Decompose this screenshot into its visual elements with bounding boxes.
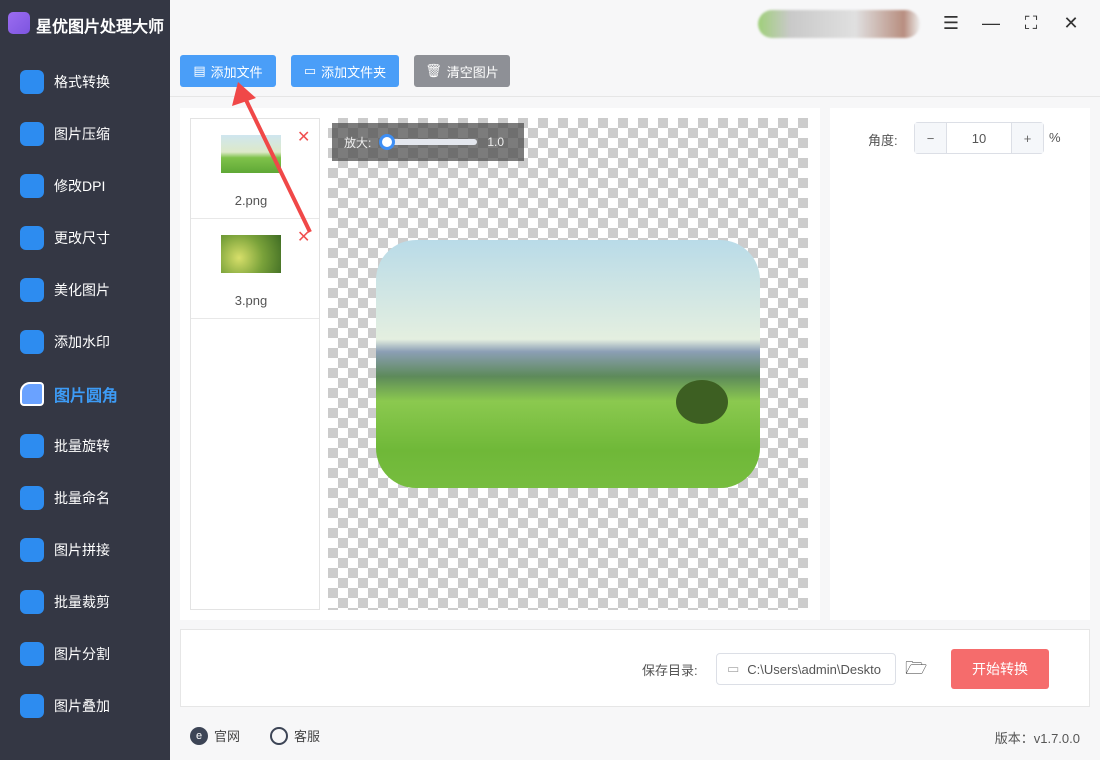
trash-icon: 🗑 xyxy=(425,63,442,78)
sidebar-item-11[interactable]: 图片分割 xyxy=(0,634,170,674)
version-text: 版本：v1.7.0.0 xyxy=(994,731,1080,746)
folder-icon: ▭ xyxy=(303,63,317,78)
add-file-button[interactable]: ▤ 添加文件 xyxy=(180,55,276,87)
output-panel: 保存目录: ▭ C:\Users\admin\Deskto 🗁 开始转换 xyxy=(180,629,1090,707)
sidebar-item-label: 添加水印 xyxy=(54,334,110,350)
sidebar: 星优图片处理大师 格式转换图片压缩修改DPI 更改尺寸美化图片添加水印图片圆角批量… xyxy=(0,0,170,760)
sidebar-item-5[interactable]: 添加水印 xyxy=(0,322,170,362)
add-folder-button[interactable]: ▭ 添加文件夹 xyxy=(291,55,399,87)
clear-label: 清空图片 xyxy=(446,64,499,80)
zoom-control: 放大: 1.0 xyxy=(332,123,524,161)
sidebar-item-label: 修改DPI xyxy=(54,178,106,194)
sidebar-item-label: 图片拼接 xyxy=(54,542,110,558)
add-file-label: 添加文件 xyxy=(210,64,263,80)
chat-icon xyxy=(270,726,288,745)
preview-image xyxy=(376,240,760,488)
resize-icon xyxy=(20,226,44,250)
settings-sliders-icon[interactable]: ☰ xyxy=(938,10,964,36)
sidebar-item-1[interactable]: 图片压缩 xyxy=(0,114,170,154)
file-thumbnail xyxy=(221,235,281,273)
watermark-icon xyxy=(20,330,44,354)
maximize-button[interactable]: ⛶ xyxy=(1018,10,1044,36)
file-item[interactable]: 3.png ✕ xyxy=(191,219,319,319)
add-folder-label: 添加文件夹 xyxy=(321,64,387,80)
angle-label: 角度: xyxy=(868,133,898,148)
zoom-slider[interactable] xyxy=(379,134,478,150)
sidebar-item-12[interactable]: 图片叠加 xyxy=(0,686,170,726)
rotate-icon xyxy=(20,434,44,458)
remove-file-icon[interactable]: ✕ xyxy=(297,127,310,147)
increment-button[interactable]: + xyxy=(1011,123,1043,153)
file-icon: ▤ xyxy=(193,63,206,78)
zoom-slider-handle[interactable] xyxy=(379,134,396,150)
crop-icon xyxy=(20,590,44,614)
folder-icon: ▭ xyxy=(727,661,740,676)
sidebar-item-label: 美化图片 xyxy=(54,282,110,298)
sidebar-item-0[interactable]: 格式转换 xyxy=(0,62,170,102)
preview-canvas: 放大: 1.0 xyxy=(328,118,808,610)
file-name: 2.png xyxy=(234,193,268,208)
image-convert-icon xyxy=(20,70,44,94)
sidebar-item-label: 图片分割 xyxy=(54,646,110,662)
user-avatar[interactable] xyxy=(758,10,920,38)
clear-images-button[interactable]: 🗑 清空图片 xyxy=(414,55,510,87)
angle-stepper: − 10 + xyxy=(914,122,1044,154)
rename-icon xyxy=(20,486,44,510)
sidebar-item-label: 更改尺寸 xyxy=(54,230,110,246)
sidebar-item-label: 格式转换 xyxy=(54,74,110,90)
support-label: 客服 xyxy=(294,729,321,744)
workspace-panel: 2.png ✕ 3.png ✕ 放大: 1.0 xyxy=(180,108,820,620)
ie-icon: e xyxy=(190,726,208,745)
file-thumbnail xyxy=(221,135,281,173)
angle-input[interactable]: 10 xyxy=(947,123,1011,153)
file-name: 3.png xyxy=(234,293,268,308)
tree-shape xyxy=(676,380,728,424)
dpi-icon xyxy=(20,174,44,198)
minimize-button[interactable]: — xyxy=(978,10,1004,36)
sidebar-item-7[interactable]: 批量旋转 xyxy=(0,426,170,466)
browse-folder-icon[interactable]: 🗁 xyxy=(905,656,927,686)
sidebar-item-label: 批量命名 xyxy=(54,490,110,506)
website-link[interactable]: e 官网 xyxy=(190,726,240,745)
app-logo-icon xyxy=(8,12,30,34)
website-label: 官网 xyxy=(214,729,241,744)
overlay-icon xyxy=(20,694,44,718)
decrement-button[interactable]: − xyxy=(915,123,947,153)
round-corner-icon xyxy=(20,382,44,406)
sidebar-item-label: 图片压缩 xyxy=(54,126,110,142)
sidebar-item-label: 图片圆角 xyxy=(54,388,119,405)
close-button[interactable]: ✕ xyxy=(1058,10,1084,36)
settings-panel: 角度: − 10 + % xyxy=(830,108,1090,620)
sidebar-item-8[interactable]: 批量命名 xyxy=(0,478,170,518)
compress-icon xyxy=(20,122,44,146)
sidebar-item-3[interactable]: 更改尺寸 xyxy=(0,218,170,258)
angle-unit: % xyxy=(1049,130,1061,145)
zoom-label: 放大: xyxy=(344,135,372,150)
sidebar-item-10[interactable]: 批量裁剪 xyxy=(0,582,170,622)
app-title: 星优图片处理大师 xyxy=(36,19,165,36)
sidebar-item-label: 批量旋转 xyxy=(54,438,110,454)
save-dir-path: C:\Users\admin\Deskto xyxy=(747,661,881,677)
start-convert-button[interactable]: 开始转换 xyxy=(951,649,1049,689)
sidebar-item-2[interactable]: 修改DPI xyxy=(0,166,170,206)
stitch-icon xyxy=(20,538,44,562)
remove-file-icon[interactable]: ✕ xyxy=(297,227,310,247)
file-list: 2.png ✕ 3.png ✕ xyxy=(190,118,320,610)
sidebar-item-4[interactable]: 美化图片 xyxy=(0,270,170,310)
top-bar: ☰ — ⛶ ✕ ▤ 添加文件 ▭ 添加文件夹 🗑 清空图片 xyxy=(170,0,1100,97)
sidebar-item-6[interactable]: 图片圆角 xyxy=(0,374,170,414)
file-item[interactable]: 2.png ✕ xyxy=(191,119,319,219)
sidebar-item-label: 图片叠加 xyxy=(54,698,110,714)
zoom-value: 1.0 xyxy=(487,135,505,149)
split-icon xyxy=(20,642,44,666)
sidebar-item-label: 批量裁剪 xyxy=(54,594,110,610)
beautify-icon xyxy=(20,278,44,302)
save-dir-label: 保存目录: xyxy=(642,663,698,678)
sidebar-item-9[interactable]: 图片拼接 xyxy=(0,530,170,570)
support-link[interactable]: 客服 xyxy=(270,726,320,745)
save-dir-input[interactable]: ▭ C:\Users\admin\Deskto xyxy=(716,653,896,685)
